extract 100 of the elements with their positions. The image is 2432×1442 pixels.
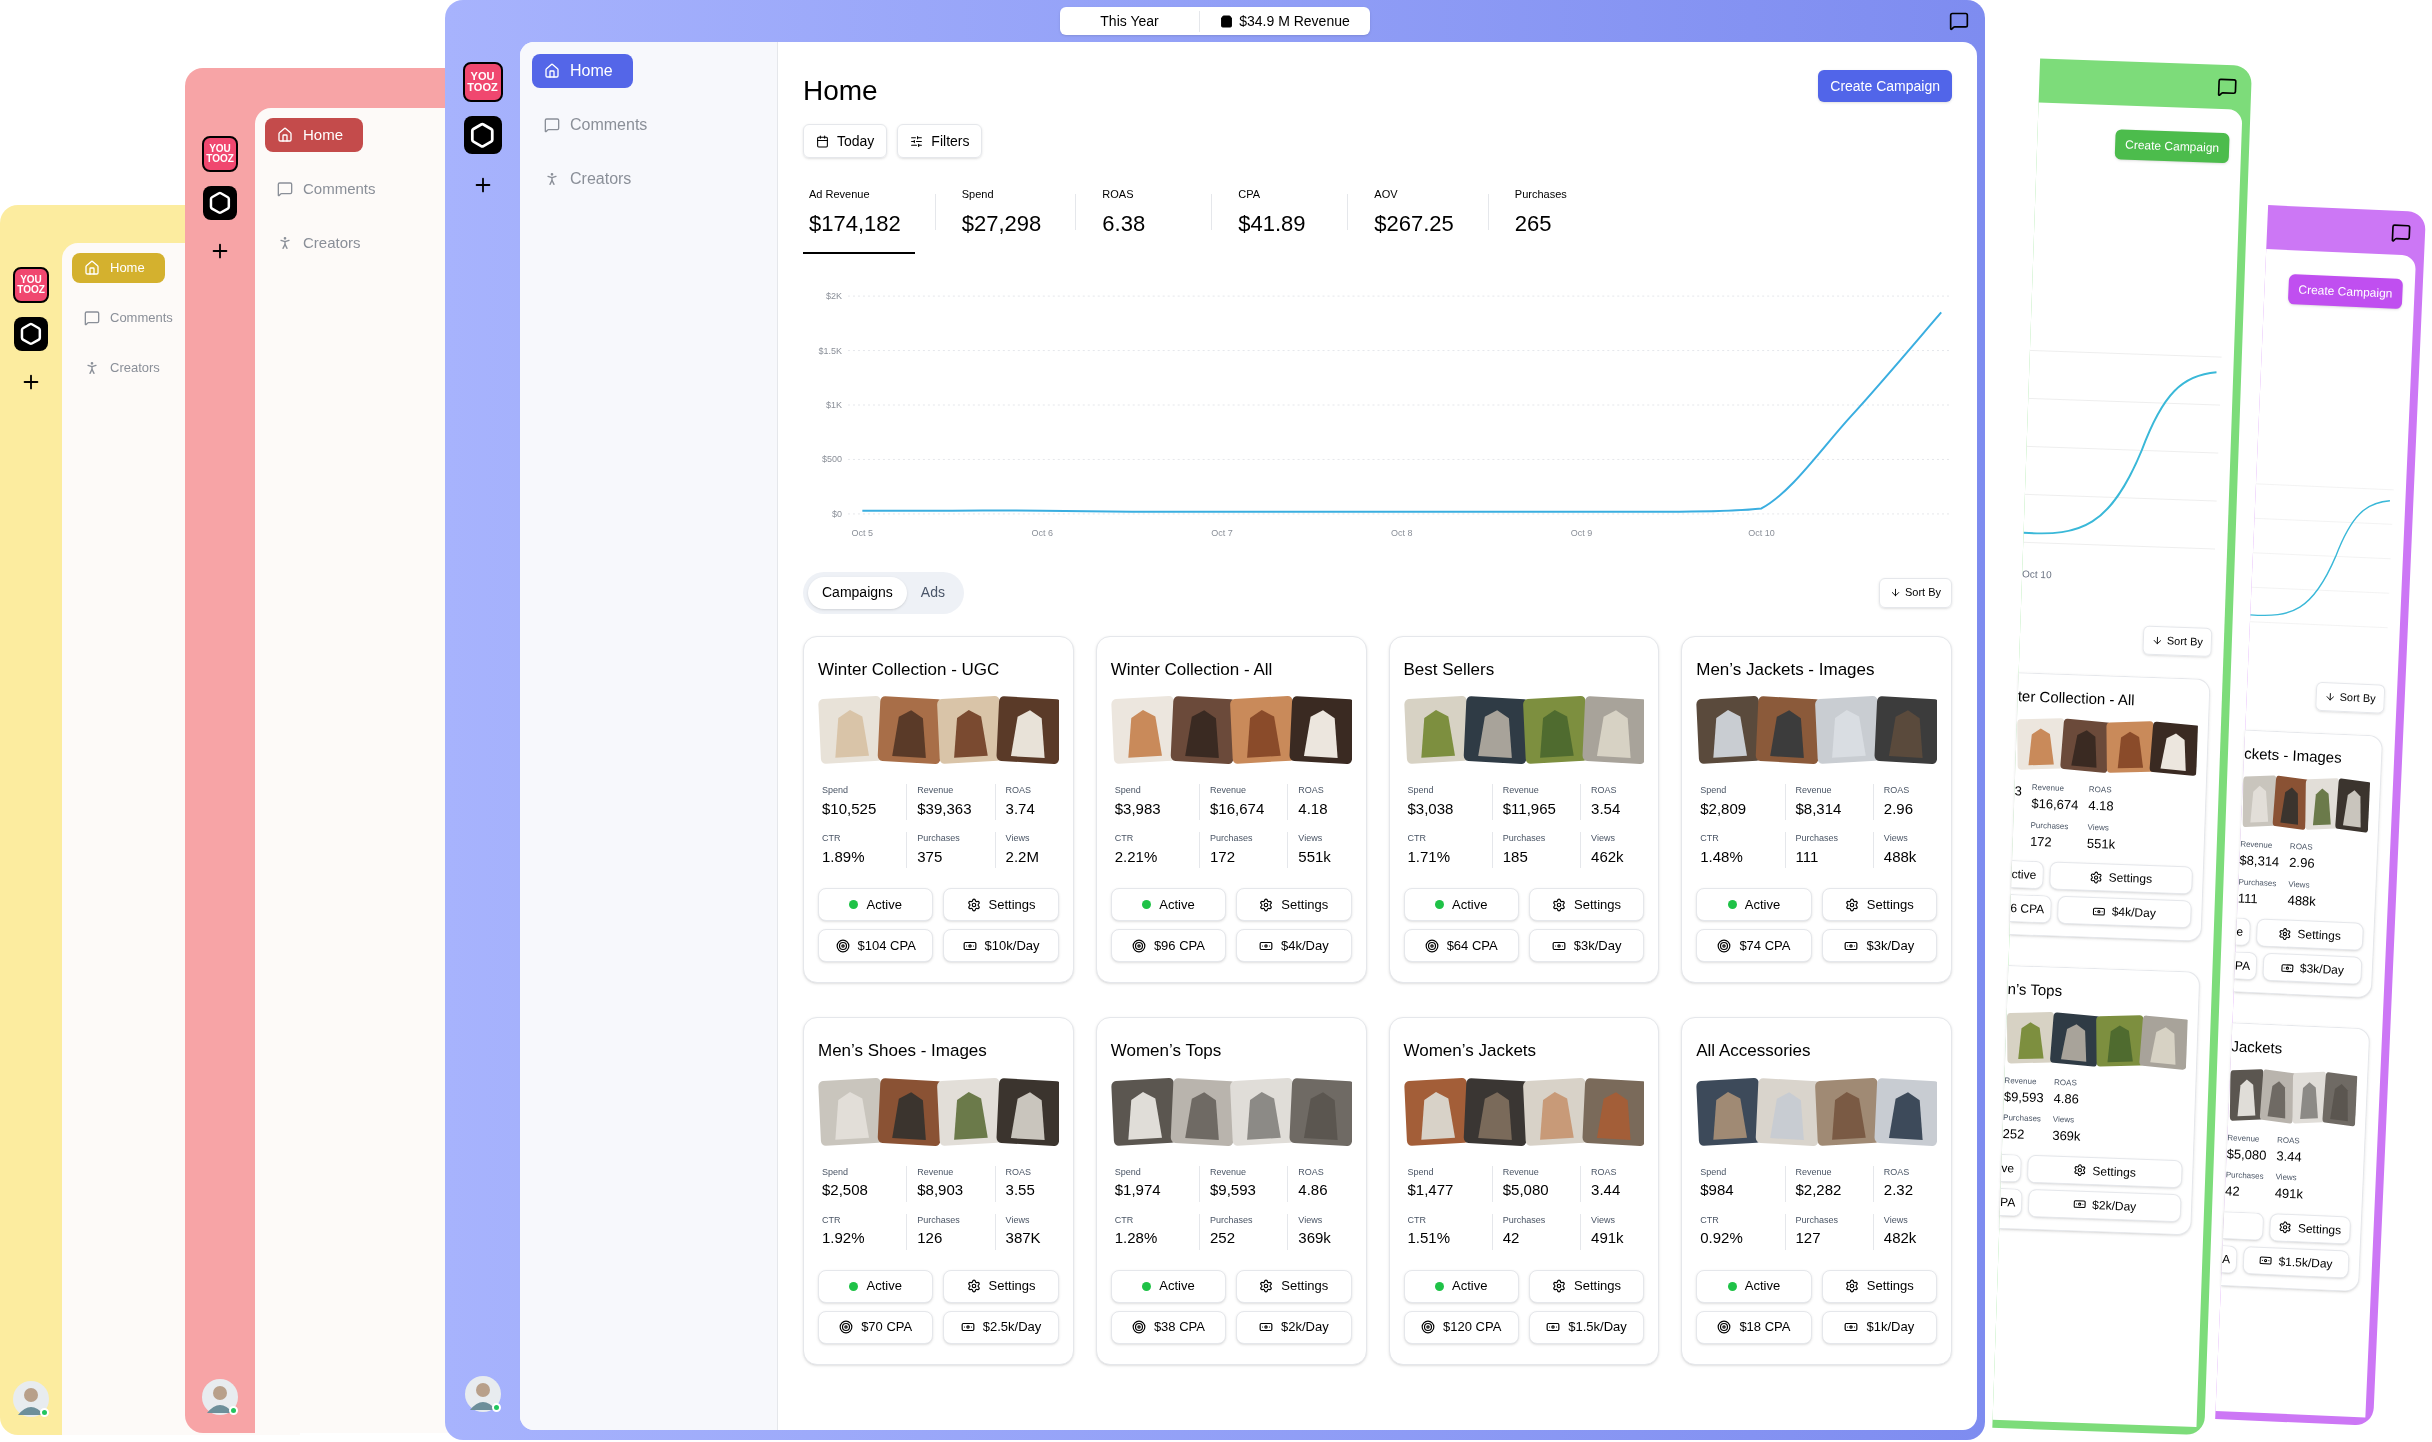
stat-label: Views (1591, 1213, 1616, 1227)
cpa-button[interactable]: $104 CPA (818, 929, 934, 962)
period-selector[interactable]: This Year (1060, 10, 1200, 32)
hexagon-logo-icon[interactable] (463, 116, 502, 154)
stat-label: Revenue (1210, 784, 1248, 797)
budget-button[interactable]: $1.5k/Day (1528, 1310, 1645, 1344)
budget-button[interactable]: $2k/Day (1236, 1310, 1352, 1344)
button[interactable]: 6 CPA (2010, 894, 2052, 924)
budget-button[interactable]: $3k/Day (1821, 929, 1937, 962)
metric-tab[interactable]: Ad Revenue $174,182 (803, 186, 915, 254)
settings-button[interactable]: Settings (2269, 1212, 2352, 1245)
status-button[interactable]: Active (1403, 1269, 1519, 1303)
settings-button[interactable]: Settings (943, 888, 1059, 921)
filters-button[interactable]: Filters (897, 124, 983, 158)
button[interactable]: e (2235, 917, 2251, 946)
cpa-button[interactable]: $64 CPA (1403, 929, 1519, 962)
stat-label: CTR (822, 1213, 842, 1227)
metric-tab[interactable]: Spend $27,298 (955, 186, 1056, 254)
card-title: Winter Collection - UGC (818, 658, 1001, 681)
budget-button[interactable]: $4k/Day (1236, 929, 1352, 962)
stat-value: 1.92% (822, 1228, 866, 1248)
chat-icon[interactable] (1949, 11, 1969, 31)
cpa-button[interactable]: $18 CPA (1696, 1310, 1812, 1344)
down-arrow-icon (2151, 634, 2163, 646)
nav-item[interactable]: Home (532, 54, 633, 88)
chat-icon[interactable] (2390, 222, 2412, 244)
target-icon (839, 1320, 854, 1334)
chat-icon[interactable] (2216, 76, 2238, 98)
budget-button[interactable]: $2k/Day (2027, 1188, 2182, 1222)
button[interactable]: PA (1999, 1187, 2023, 1217)
target-icon (1717, 938, 1732, 953)
cpa-button[interactable]: $120 CPA (1403, 1310, 1519, 1344)
budget-button[interactable]: $4k/Day (2056, 895, 2192, 929)
metric-tab[interactable]: AOV $267.25 (1368, 186, 1468, 254)
create-campaign-button[interactable]: Create Campaign (2287, 274, 2404, 310)
button[interactable]: PA (2234, 951, 2258, 981)
metric-tab[interactable]: ROAS 6.38 (1096, 186, 1192, 254)
budget-button[interactable]: $3k/Day (1528, 929, 1645, 962)
stat-value: 42 (1502, 1228, 1521, 1248)
tab[interactable]: Ads (906, 576, 959, 609)
sort-button[interactable]: Sort By (2315, 681, 2386, 714)
status-button[interactable]: Active (1110, 1269, 1227, 1303)
budget-button[interactable]: $2.5k/Day (943, 1310, 1059, 1344)
tab[interactable]: Campaigns (808, 576, 907, 609)
avatar[interactable] (13, 1381, 49, 1417)
app-logo[interactable]: YOU TOOZ (13, 267, 49, 303)
budget-button[interactable]: $1.5k/Day (2242, 1245, 2350, 1279)
settings-button[interactable]: Settings (1528, 1269, 1645, 1303)
metric-tab[interactable]: Purchases 265 (1508, 186, 1604, 254)
cpa-button[interactable]: $70 CPA (818, 1310, 934, 1344)
avatar[interactable] (464, 1376, 501, 1412)
budget-button[interactable]: $1k/Day (1821, 1310, 1937, 1344)
settings-button[interactable]: Settings (2048, 861, 2194, 895)
avatar[interactable] (202, 1379, 238, 1415)
stat-value: 387K (1005, 1228, 1042, 1248)
budget-button[interactable]: $10k/Day (943, 929, 1059, 962)
hexagon-logo-icon[interactable] (14, 317, 48, 351)
settings-button[interactable]: Settings (2255, 918, 2364, 951)
create-campaign-button[interactable]: Create Campaign (1818, 70, 1952, 102)
stat-label: Views (1883, 1213, 1909, 1227)
settings-button[interactable]: Settings (2026, 1154, 2183, 1188)
nav-item[interactable]: Home (265, 118, 363, 152)
status-button[interactable]: Active (818, 888, 934, 921)
settings-button[interactable]: Settings (1236, 1269, 1352, 1303)
cpa-button[interactable]: $96 CPA (1110, 929, 1227, 962)
button[interactable]: ctive (2011, 860, 2044, 890)
cpa-button[interactable]: $74 CPA (1696, 929, 1812, 962)
hexagon-logo-icon[interactable] (203, 186, 237, 220)
settings-button[interactable]: Settings (1236, 888, 1352, 921)
stat-label: ROAS (2053, 1076, 2078, 1089)
app-logo[interactable]: YOU TOOZ (462, 62, 503, 102)
settings-button[interactable]: Settings (943, 1269, 1059, 1303)
button[interactable]: ve (2000, 1153, 2022, 1183)
gear-icon (1552, 1279, 1567, 1293)
stat-value: $3,983 (1114, 798, 1162, 819)
stat-label: Spend (1114, 1165, 1142, 1179)
cpa-button[interactable]: $38 CPA (1110, 1310, 1227, 1344)
settings-button[interactable]: Settings (1821, 1269, 1937, 1303)
status-button[interactable]: Active (1696, 1269, 1812, 1303)
card-title: Women’s Tops (1110, 1040, 1223, 1062)
stat-value: $8,903 (917, 1180, 965, 1200)
status-button[interactable]: Active (1403, 888, 1519, 921)
settings-button[interactable]: Settings (1821, 888, 1937, 921)
settings-button[interactable]: Settings (1528, 888, 1645, 921)
button[interactable]: A (2221, 1244, 2238, 1274)
metric-tab[interactable]: CPA $41.89 (1232, 186, 1328, 254)
budget-button[interactable]: $3k/Day (2262, 952, 2363, 985)
date-button[interactable]: Today (803, 124, 888, 158)
sort-button[interactable]: Sort By (1878, 577, 1952, 608)
stat-value: $2,809 (1700, 798, 1748, 819)
stat-value: 0.92% (1700, 1228, 1744, 1248)
status-button[interactable]: Active (818, 1269, 934, 1303)
stat-label: CTR (1700, 832, 1720, 845)
app-logo[interactable]: YOU TOOZ (202, 136, 238, 172)
stat-value: 3.55 (1005, 1180, 1036, 1200)
stat-label: Revenue (2031, 781, 2066, 795)
status-button[interactable]: Active (1110, 888, 1227, 921)
speech-bubble-icon (84, 310, 100, 326)
stat-label: Purchases (2225, 1169, 2265, 1183)
status-button[interactable]: Active (1696, 888, 1812, 921)
